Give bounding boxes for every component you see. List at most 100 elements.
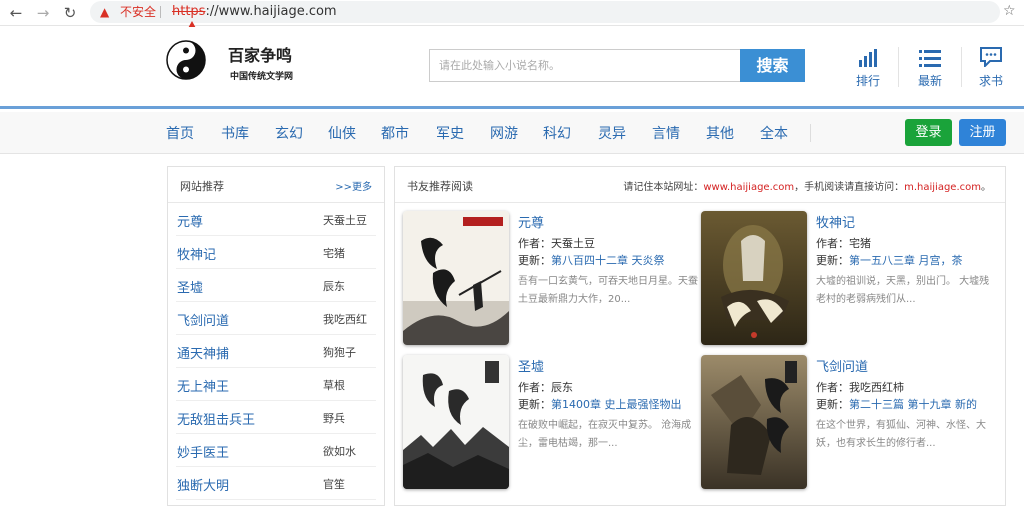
author-name: 野兵: [323, 412, 345, 425]
book-title-link[interactable]: 飞剑问道: [816, 356, 868, 375]
book-link[interactable]: 通天神捕: [177, 343, 229, 362]
nav-online-game[interactable]: 网游: [490, 123, 518, 143]
book-title-link[interactable]: 圣墟: [518, 356, 544, 375]
reload-icon[interactable]: ↻: [60, 3, 80, 23]
nav-supernatural[interactable]: 灵异: [598, 123, 626, 143]
bookmark-star-icon[interactable]: ☆: [1003, 3, 1016, 19]
latest-chapter-link[interactable]: 第1400章 史上最强怪物出: [551, 398, 682, 411]
book-link[interactable]: 牧神记: [177, 244, 216, 263]
book-link[interactable]: 妙手医王: [177, 442, 229, 461]
reader-picks-panel: 书友推荐阅读 请记住本站网址：www.haijiage.com，手机阅读请直接访…: [394, 166, 1006, 506]
ranking-label: 排行: [855, 74, 880, 88]
author-name: 狗狍子: [323, 346, 356, 359]
login-button[interactable]: 登录: [905, 119, 952, 146]
notice-mobile-link[interactable]: m.haijiage.com: [904, 182, 981, 193]
ranking-button[interactable]: 排行: [848, 45, 888, 89]
book-cover[interactable]: [403, 211, 509, 345]
author-name: 欲如水: [323, 445, 356, 458]
nav-romance[interactable]: 言情: [652, 123, 680, 143]
update-label: 更新：: [816, 254, 849, 267]
author-name: 天蚕土豆: [551, 237, 595, 250]
author-label: 作者：: [816, 381, 849, 394]
chat-icon: [971, 45, 1011, 67]
book-cover[interactable]: [403, 355, 509, 489]
author-name: 宅猪: [323, 247, 345, 260]
book-link[interactable]: 元尊: [177, 211, 203, 230]
site-name[interactable]: 百家争鸣: [228, 42, 292, 66]
register-button[interactable]: 注册: [959, 119, 1006, 146]
latest-button[interactable]: 最新: [910, 45, 950, 89]
book-link[interactable]: 无上神王: [177, 376, 229, 395]
list-item: 元尊 天蚕土豆: [176, 203, 376, 236]
search-input[interactable]: 请在此处输入小说名称。: [429, 49, 740, 82]
reader-title: 书友推荐阅读: [407, 180, 473, 193]
nav-home[interactable]: 首页: [166, 123, 194, 143]
latest-chapter-link[interactable]: 第八百四十二章 天炎祭: [551, 254, 665, 267]
author-name: 官笙: [323, 478, 345, 491]
book-description: 吾有一口玄黄气，可吞天地日月星。天蚕土豆最新鼎力大作，20...: [518, 276, 698, 305]
list-item: 牧神记 宅猪: [176, 236, 376, 269]
book-update: 更新：第八百四十二章 天炎祭: [518, 252, 665, 268]
forward-icon[interactable]: →: [33, 3, 53, 23]
author-name: 辰东: [323, 280, 345, 293]
bar-chart-icon: [848, 45, 888, 67]
nav-military[interactable]: 军史: [436, 123, 464, 143]
request-book-button[interactable]: 求书: [971, 45, 1011, 89]
book-update: 更新：第二十三篇 第十九章 新的: [816, 396, 977, 412]
nav-scifi[interactable]: 科幻: [543, 123, 571, 143]
author-name: 天蚕土豆: [323, 214, 367, 227]
author-name: 我吃西红柿: [849, 381, 904, 394]
recommend-panel: 网站推荐 >>更多 元尊 天蚕土豆 牧神记 宅猪 圣墟 辰东 飞剑问道 我吃西红 通天神…: [167, 166, 385, 506]
insecure-label: 不安全: [120, 5, 157, 19]
list-item: 无敌狙击兵王 野兵: [176, 401, 376, 434]
browser-toolbar: ← → ↻ ▲ 不安全 https://www.haijiage.com ☆: [0, 0, 1024, 26]
book-card: 牧神记 作者：宅猪 更新：第一五八三章 月宫，茶 大墟的祖训说，天黑，别出门。 …: [701, 211, 1001, 345]
list-item: 圣墟 辰东: [176, 269, 376, 302]
nav-xuanhuan[interactable]: 玄幻: [275, 123, 303, 143]
notice-site-link[interactable]: www.haijiage.com: [703, 182, 794, 193]
search-button[interactable]: 搜索: [740, 49, 805, 82]
book-cover[interactable]: [701, 211, 807, 345]
nav-completed[interactable]: 全本: [760, 123, 788, 143]
list-item: 妙手医王 欲如水: [176, 434, 376, 467]
notice-middle: ，手机阅读请直接访问：: [794, 182, 905, 193]
book-card: 元尊 作者：天蚕土豆 更新：第八百四十二章 天炎祭 吾有一口玄黄气，可吞天地日月…: [403, 211, 703, 345]
recommend-title: 网站推荐: [180, 180, 224, 193]
book-link[interactable]: 无敌狙击兵王: [177, 409, 255, 428]
book-title-link[interactable]: 元尊: [518, 212, 544, 231]
nav-other[interactable]: 其他: [706, 123, 734, 143]
book-title-link[interactable]: 牧神记: [816, 212, 855, 231]
notice-prefix: 请记住本站网址：: [623, 182, 704, 193]
author-name: 我吃西红: [323, 313, 367, 326]
back-icon[interactable]: ←: [6, 3, 26, 23]
author-label: 作者：: [518, 381, 551, 394]
book-cover[interactable]: [701, 355, 807, 489]
latest-chapter-link[interactable]: 第二十三篇 第十九章 新的: [849, 398, 977, 411]
book-update: 更新：第一五八三章 月宫，茶: [816, 252, 963, 268]
more-link[interactable]: >>更多: [335, 178, 372, 193]
reader-panel-header: 书友推荐阅读 请记住本站网址：www.haijiage.com，手机阅读请直接访…: [395, 167, 1005, 203]
book-author: 作者：天蚕土豆: [518, 235, 595, 251]
nav-library[interactable]: 书库: [221, 123, 249, 143]
book-author: 作者：辰东: [518, 379, 573, 395]
nav-urban[interactable]: 都市: [381, 123, 409, 143]
site-subtitle: 中国传统文学网: [230, 72, 294, 82]
update-label: 更新：: [816, 398, 849, 411]
book-link[interactable]: 独断大明: [177, 475, 229, 494]
update-label: 更新：: [518, 398, 551, 411]
nav-xianxia[interactable]: 仙侠: [328, 123, 356, 143]
book-link[interactable]: 圣墟: [177, 277, 203, 296]
list-icon: [910, 45, 950, 67]
book-link[interactable]: 飞剑问道: [177, 310, 229, 329]
book-author: 作者：我吃西红柿: [816, 379, 904, 395]
url-scheme: https: [172, 4, 206, 19]
latest-chapter-link[interactable]: 第一五八三章 月宫，茶: [849, 254, 963, 267]
nav-divider: [810, 124, 811, 142]
recommend-panel-header: 网站推荐 >>更多: [168, 167, 384, 203]
latest-label: 最新: [917, 74, 942, 88]
address-bar[interactable]: ▲ 不安全 https://www.haijiage.com: [90, 1, 1000, 23]
book-author: 作者：宅猪: [816, 235, 871, 251]
main-nav: 首页 书库 玄幻 仙侠 都市 军史 网游 科幻 灵异 言情 其他 全本 登录 注…: [0, 112, 1024, 154]
yin-yang-logo-icon[interactable]: [166, 40, 206, 80]
notice-end: 。: [981, 182, 991, 193]
